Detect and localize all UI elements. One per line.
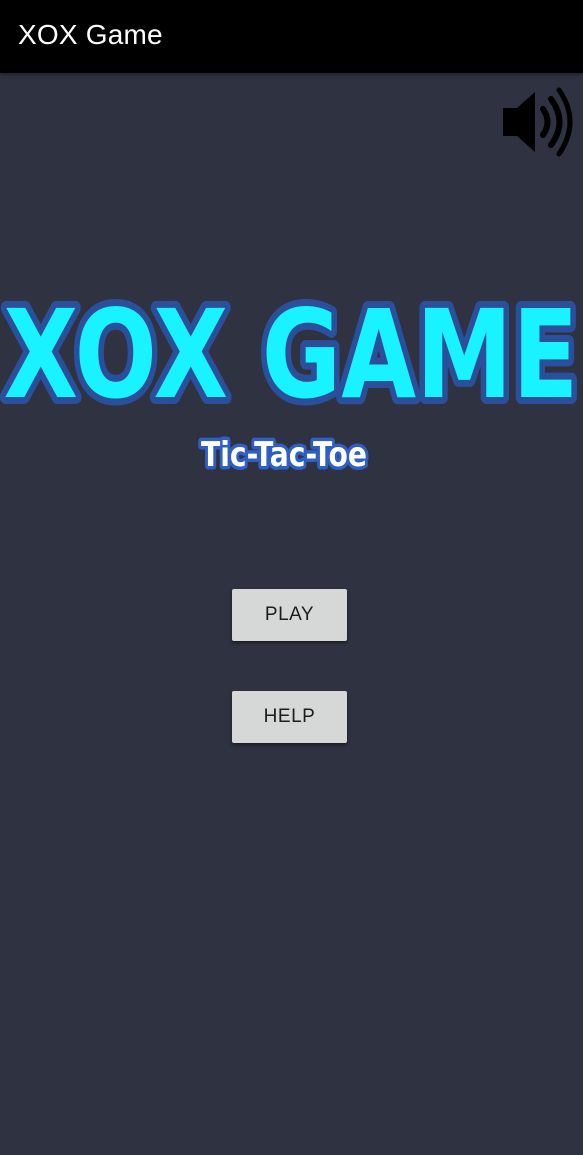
- logo-title: XOX GAME: [4, 284, 579, 426]
- app-bar: XOX Game: [0, 0, 583, 73]
- app-title: XOX Game: [18, 19, 163, 50]
- play-button[interactable]: PLAY: [232, 589, 347, 641]
- speaker-volume-icon: [503, 87, 573, 157]
- logo-subtitle: Tic-Tac-Toe: [201, 435, 367, 475]
- help-button[interactable]: HELP: [232, 691, 347, 743]
- game-logo: XOX GAME XOX GAME Tic-Tac-Toe Tic-Tac-To…: [0, 262, 583, 482]
- sound-toggle-button[interactable]: [497, 84, 573, 160]
